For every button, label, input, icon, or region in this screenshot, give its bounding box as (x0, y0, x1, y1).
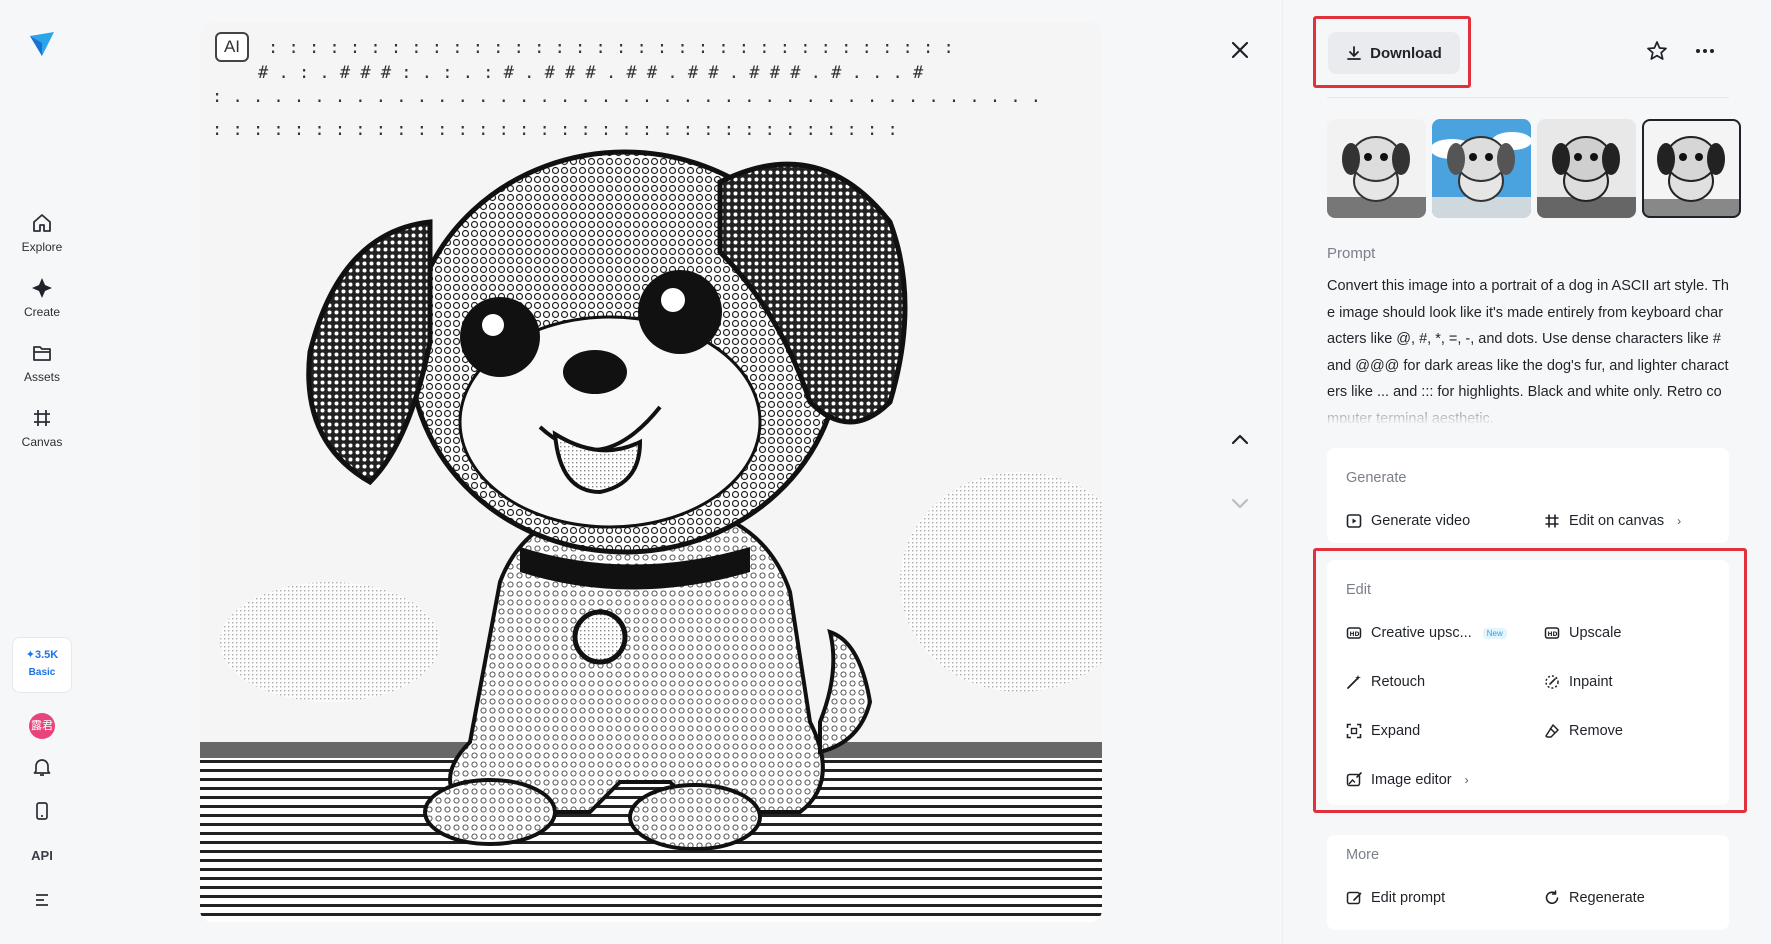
retouch-label: Retouch (1371, 674, 1426, 690)
image-edit-icon (1346, 772, 1362, 787)
new-badge: New (1482, 627, 1507, 639)
prompt-label: Prompt (1327, 245, 1376, 262)
download-button[interactable]: Download (1328, 32, 1460, 74)
thumbnail-4-selected[interactable] (1642, 119, 1741, 218)
remove-button[interactable]: Remove (1544, 723, 1623, 739)
menu-icon[interactable] (31, 888, 53, 910)
svg-text:# . : . # # # : . : . : # . #: # . : . # # # : . : . : # . # # # . # # … (258, 63, 924, 83)
nav-create-label: Create (23, 305, 61, 319)
play-icon (1346, 514, 1362, 528)
upscale-button[interactable]: HD Upscale (1544, 625, 1621, 641)
details-panel: Download Prompt Convert this image into … (1300, 0, 1771, 944)
expand-icon (1346, 723, 1362, 739)
expand-label: Expand (1371, 723, 1421, 739)
generated-image: : : : : : : : : : : : : : : : : : : : : … (200, 22, 1102, 922)
thumbnail-image (1432, 119, 1531, 218)
hd-icon: HD (1544, 627, 1560, 639)
svg-text:HD: HD (1548, 631, 1558, 638)
panel-divider (1282, 0, 1283, 944)
chevron-down-icon[interactable] (1230, 493, 1250, 513)
star-icon[interactable] (1646, 40, 1668, 62)
regenerate-button[interactable]: Regenerate (1544, 890, 1645, 906)
inpaint-icon (1545, 675, 1559, 689)
regenerate-label: Regenerate (1569, 890, 1645, 906)
chevron-right-icon: › (1464, 773, 1469, 787)
more-title: More (1346, 847, 1380, 863)
inpaint-label: Inpaint (1569, 674, 1613, 690)
image-editor-button[interactable]: Image editor › (1346, 772, 1469, 788)
edit-prompt-icon (1346, 891, 1362, 905)
edit-prompt-label: Edit prompt (1371, 890, 1446, 906)
plan-label: Basic (28, 667, 56, 678)
svg-text:: : : : : : : : : : : : : : :: : : : : : : : : : : : : : : : : : : : : … (212, 120, 898, 140)
close-icon[interactable] (1230, 40, 1250, 60)
chevron-up-icon[interactable] (1230, 430, 1250, 450)
api-link[interactable]: API (0, 848, 84, 863)
edit-on-canvas-button[interactable]: Edit on canvas › (1544, 513, 1681, 529)
thumbnail-image (1642, 119, 1741, 218)
nav-assets[interactable]: Assets (0, 342, 84, 384)
remove-label: Remove (1569, 723, 1623, 739)
app-logo-icon[interactable] (28, 30, 56, 58)
edit-prompt-button[interactable]: Edit prompt (1346, 890, 1445, 906)
inpaint-button[interactable]: Inpaint (1544, 674, 1613, 690)
home-icon (33, 214, 51, 232)
header-divider (1327, 97, 1729, 98)
generate-video-button[interactable]: Generate video (1346, 513, 1470, 529)
sparkle-icon (32, 278, 52, 298)
generate-video-label: Generate video (1371, 513, 1471, 529)
sparkle-small-icon: ✦ (25, 649, 35, 661)
ascii-dog-image: : : : : : : : : : : : : : : : : : : : : … (200, 22, 1102, 922)
nav-assets-label: Assets (23, 370, 60, 384)
download-icon (1347, 46, 1362, 60)
canvas-icon (34, 410, 50, 426)
download-highlight: Download (1313, 16, 1471, 88)
generate-title: Generate (1346, 470, 1407, 486)
download-label: Download (1370, 44, 1442, 62)
bell-icon[interactable] (31, 756, 53, 778)
more-card: More Edit prompt Regenerate (1327, 835, 1729, 930)
thumbnail-1[interactable] (1327, 119, 1426, 218)
chevron-right-icon: › (1677, 514, 1682, 528)
eraser-icon (1545, 724, 1559, 738)
nav-canvas[interactable]: Canvas (0, 407, 84, 449)
expand-button[interactable]: Expand (1346, 723, 1420, 739)
generate-card: Generate Generate video Edit on canvas › (1327, 448, 1729, 543)
nav-canvas-label: Canvas (21, 435, 63, 449)
retouch-button[interactable]: Retouch (1346, 674, 1425, 690)
hd-plus-icon: HD (1346, 627, 1362, 639)
svg-text:HD: HD (1350, 631, 1360, 638)
thumbnail-3[interactable] (1537, 119, 1636, 218)
thumbnail-image (1327, 119, 1426, 218)
variation-thumbnails (1327, 119, 1741, 218)
credits-badge[interactable]: ✦3.5K Basic (12, 637, 72, 693)
edit-card: Edit HD Creative upsc... New HD Upscale … (1327, 560, 1729, 805)
nav-explore-label: Explore (21, 240, 63, 254)
thumbnail-image (1537, 119, 1636, 218)
credits-amount: 3.5K (34, 649, 59, 661)
more-icon[interactable] (1694, 43, 1716, 59)
edit-on-canvas-label: Edit on canvas (1569, 513, 1665, 529)
refresh-icon (1545, 890, 1559, 904)
folder-icon (33, 346, 51, 361)
creative-upscale-label: Creative upsc... (1371, 625, 1472, 641)
left-rail: Explore Create Assets Canvas ✦3.5K Basic… (0, 0, 84, 944)
ai-badge: AI (215, 32, 249, 62)
upscale-label: Upscale (1569, 625, 1622, 641)
nav-create[interactable]: Create (0, 277, 84, 319)
image-editor-label: Image editor (1371, 772, 1452, 788)
nav-explore[interactable]: Explore (0, 212, 84, 254)
magic-wand-icon (1347, 675, 1361, 689)
avatar[interactable]: 露君 (29, 713, 55, 739)
canvas-icon (1545, 514, 1559, 528)
edit-title: Edit (1346, 582, 1371, 598)
mobile-icon[interactable] (31, 800, 53, 822)
creative-upscale-button[interactable]: HD Creative upsc... New (1346, 625, 1507, 641)
svg-text:: : : : : : : : : : : : : : :: : : : : : : : : : : : : : : : : : : : : … (268, 38, 954, 58)
svg-text:: . . . . . . . . . . . . . .: : . . . . . . . . . . . . . . . . . . . … (212, 87, 1041, 107)
thumbnail-2[interactable] (1432, 119, 1531, 218)
prompt-fade (1327, 395, 1731, 425)
